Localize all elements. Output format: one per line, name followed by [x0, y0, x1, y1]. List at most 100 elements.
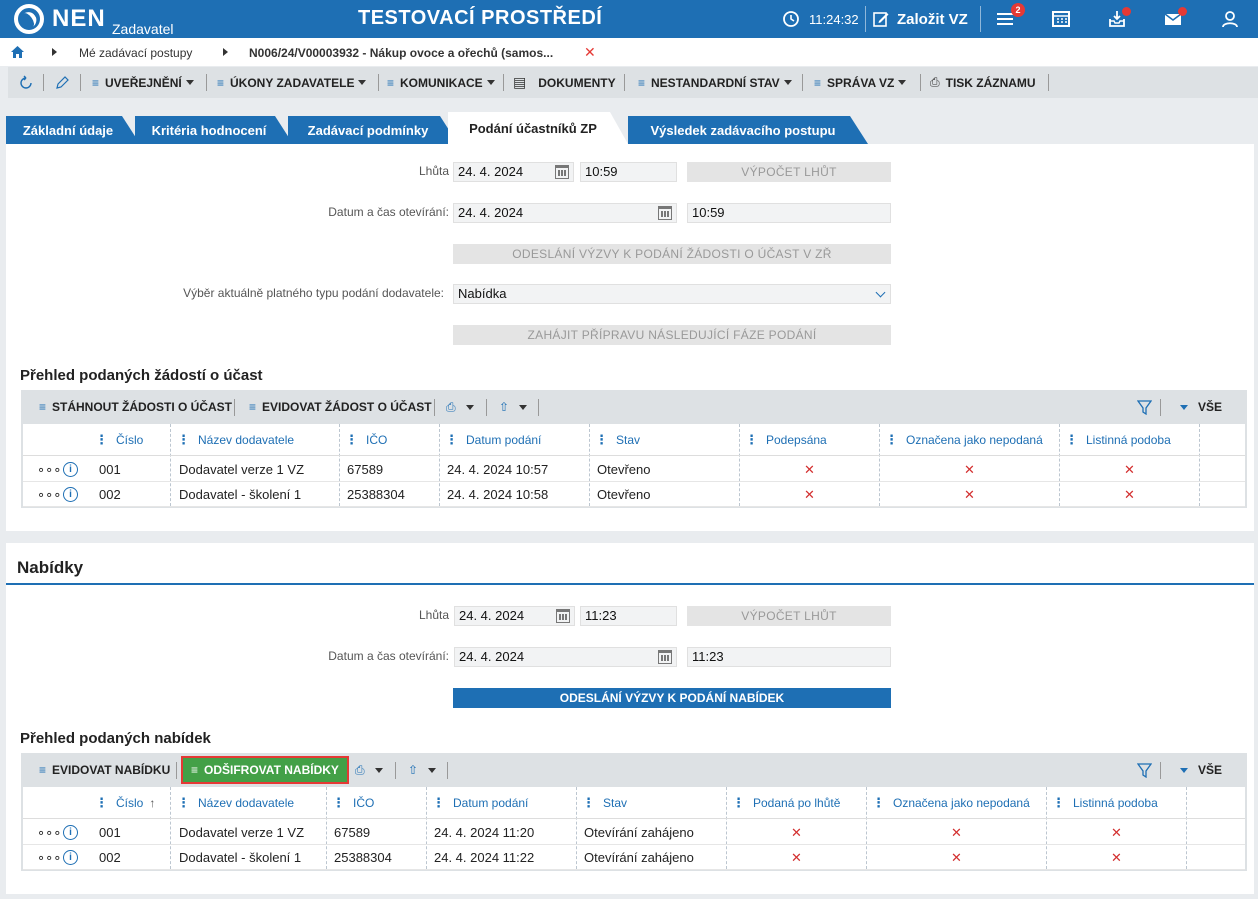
column-header-listinna[interactable]: ⋮ Listinná podoba: [1065, 424, 1171, 456]
create-vz-button[interactable]: Založit VZ: [872, 0, 968, 38]
lhuta-date-field[interactable]: 24. 4. 2024: [454, 606, 575, 626]
edit-button[interactable]: [55, 67, 69, 98]
cell-datum: 24. 4. 2024 10:58: [447, 487, 549, 502]
uverejneni-menu[interactable]: ≡ UVEŘEJNĚNÍ: [92, 67, 194, 98]
lhuta-date-value: 24. 4. 2024: [459, 608, 525, 623]
more-actions-icon[interactable]: ∘∘∘: [37, 820, 61, 845]
sort-up-icon[interactable]: ↑: [149, 796, 155, 810]
nabidky-panel: Nabídky Lhůta 24. 4. 2024 11:23 VÝPOČET …: [6, 543, 1254, 894]
tab-kriteria-hodnoceni[interactable]: Kritéria hodnocení: [135, 116, 293, 144]
column-header-nazev[interactable]: ⋮ Název dodavatele: [177, 424, 295, 456]
lhuta-time-field[interactable]: 10:59: [580, 162, 677, 182]
column-header-po-lhute[interactable]: ⋮ Podaná po lhůtě: [732, 787, 841, 819]
table-row[interactable]: ∘∘∘ i 002 Dodavatel - školení 1 25388304…: [23, 845, 1245, 870]
tab-zadavaci-podminky[interactable]: Zadávací podmínky: [288, 116, 458, 144]
chevron-down-icon: [783, 80, 792, 85]
column-header-nepodana[interactable]: ⋮ Označena jako nepodaná: [872, 787, 1030, 819]
table-row[interactable]: ∘∘∘ i 001 Dodavatel verze 1 VZ 67589 24.…: [23, 457, 1245, 482]
zahajit-pripravu-button[interactable]: ZAHÁJIT PŘÍPRAVU NÁSLEDUJÍCÍ FÁZE PODÁNÍ: [453, 325, 891, 345]
session-clock: 11:24:32: [782, 0, 859, 38]
list-action-icon: ≡: [191, 763, 199, 777]
column-header-ico[interactable]: ⋮ IČO: [332, 787, 375, 819]
tab-vysledek[interactable]: Výsledek zadávacího postupu: [628, 116, 868, 144]
filter-icon[interactable]: [1137, 400, 1152, 415]
cell-cislo: 002: [99, 487, 121, 502]
lhuta-date-field[interactable]: 24. 4. 2024: [453, 162, 574, 182]
nabidky-grid-toolbar: ≡ EVIDOVAT NABÍDKU ≡ ODŠIFROVAT NABÍDKY ⎙ …: [21, 753, 1247, 787]
table-row[interactable]: ∘∘∘ i 001 Dodavatel verze 1 VZ 67589 24.…: [23, 820, 1245, 845]
export-grid-menu[interactable]: ⇧: [408, 753, 437, 787]
calendar-icon[interactable]: [658, 206, 672, 220]
odeslani-vyzvy-zadost-button[interactable]: ODESLÁNÍ VÝZVY K PODÁNÍ ŽÁDOSTI O ÚČAST …: [453, 244, 891, 264]
home-icon[interactable]: [11, 46, 24, 58]
column-header-nazev[interactable]: ⋮ Název dodavatele: [177, 787, 295, 819]
nen-logo[interactable]: NEN: [14, 3, 106, 35]
otevirani-time-field[interactable]: 11:23: [687, 647, 891, 667]
cell-stav: Otevřeno: [597, 462, 651, 477]
vypocet-lhut-button[interactable]: VÝPOČET LHŮT: [687, 606, 891, 626]
column-header-stav[interactable]: ⋮ Stav: [582, 787, 628, 819]
column-header-podepsana[interactable]: ⋮ Podepsána: [745, 424, 827, 456]
otevirani-time-field[interactable]: 10:59: [687, 203, 891, 223]
column-header-listinna[interactable]: ⋮ Listinná podoba: [1052, 787, 1158, 819]
table-row[interactable]: ∘∘∘ i 002 Dodavatel - školení 1 25388304…: [23, 482, 1245, 507]
evidovat-zadost-button[interactable]: ≡ EVIDOVAT ŽÁDOST O ÚČAST: [249, 390, 432, 424]
column-header-nepodana[interactable]: ⋮ Označena jako nepodaná: [885, 424, 1043, 456]
chevron-down-icon: [374, 767, 383, 773]
more-actions-icon[interactable]: ∘∘∘: [37, 482, 61, 507]
otevirani-label: Datum a čas otevírání:: [328, 649, 449, 663]
close-breadcrumb-icon[interactable]: ✕: [584, 44, 596, 61]
user-icon[interactable]: [1220, 9, 1240, 29]
print-grid-menu[interactable]: ⎙: [355, 753, 383, 787]
info-icon[interactable]: i: [63, 850, 78, 865]
cell-datum: 24. 4. 2024 11:22: [434, 850, 535, 865]
dokumenty-button[interactable]: ▤ DOKUMENTY: [513, 67, 616, 98]
ukony-menu[interactable]: ≡ ÚKONY ZADAVATELE: [217, 67, 367, 98]
export-icon: ⇧: [408, 763, 419, 777]
refresh-button[interactable]: [18, 67, 34, 98]
calendar-icon[interactable]: [658, 650, 672, 664]
nestandardni-menu[interactable]: ≡ NESTANDARDNÍ STAV: [638, 67, 792, 98]
komunikace-menu[interactable]: ≡ KOMUNIKACE: [387, 67, 495, 98]
export-grid-menu[interactable]: ⇧: [499, 390, 528, 424]
calendar-icon[interactable]: [555, 165, 569, 179]
evidovat-nabidku-button[interactable]: ≡ EVIDOVAT NABÍDKU: [39, 753, 170, 787]
info-icon[interactable]: i: [63, 825, 78, 840]
lhuta-time-field[interactable]: 11:23: [580, 606, 677, 626]
dokumenty-label: DOKUMENTY: [538, 75, 616, 90]
breadcrumb-separator-icon: [52, 48, 57, 56]
column-header-cislo[interactable]: ⋮ Číslo: [95, 424, 144, 456]
odeslani-vyzvy-nabidek-button[interactable]: ODESLÁNÍ VÝZVY K PODÁNÍ NABÍDEK: [453, 688, 891, 708]
breadcrumb-item-current[interactable]: N006/24/V00003932 - Nákup ovoce a ořechů…: [249, 46, 553, 60]
more-actions-icon[interactable]: ∘∘∘: [37, 457, 61, 482]
tab-zakladni-udaje[interactable]: Základní údaje: [6, 116, 140, 144]
tab-podani-ucastniku[interactable]: Podání účastníků ZP: [448, 112, 628, 144]
column-header-stav[interactable]: ⋮ Stav: [595, 424, 641, 456]
info-icon[interactable]: i: [63, 487, 78, 502]
column-header-datum[interactable]: ⋮ Datum podání: [445, 424, 542, 456]
column-header-datum[interactable]: ⋮ Datum podání: [432, 787, 529, 819]
info-icon[interactable]: i: [63, 462, 78, 477]
otevirani-date-field[interactable]: 24. 4. 2024: [454, 647, 677, 667]
list-action-icon: ≡: [638, 75, 646, 90]
column-header-ico[interactable]: ⋮ IČO: [345, 424, 388, 456]
calendar-icon[interactable]: [556, 609, 570, 623]
column-label: Stav: [603, 795, 628, 810]
otevirani-date-field[interactable]: 24. 4. 2024: [453, 203, 677, 223]
column-header-cislo[interactable]: ⋮ Číslo ↑: [95, 787, 156, 819]
filter-icon[interactable]: [1137, 763, 1152, 778]
typ-podani-select[interactable]: Nabídka: [453, 284, 891, 304]
more-actions-icon[interactable]: ∘∘∘: [37, 845, 61, 870]
odsifrovat-nabidky-button[interactable]: ≡ ODŠIFROVAT NABÍDKY: [181, 756, 349, 784]
print-grid-menu[interactable]: ⎙: [446, 390, 474, 424]
breadcrumb-item-postupy[interactable]: Mé zadávací postupy: [79, 46, 192, 60]
sprava-menu[interactable]: ≡ SPRÁVA VZ: [814, 67, 907, 98]
zobrazit-vse-menu[interactable]: VŠE: [1176, 753, 1222, 787]
calendar-icon[interactable]: [1051, 9, 1071, 29]
vypocet-lhut-button[interactable]: VÝPOČET LHŮT: [687, 162, 891, 182]
stahnout-zadosti-button[interactable]: ≡ STÁHNOUT ŽÁDOSTI O ÚČAST: [39, 390, 232, 424]
tisk-label: TISK ZÁZNAMU: [945, 75, 1036, 90]
zobrazit-vse-menu[interactable]: VŠE: [1176, 390, 1222, 424]
cell-cislo: 001: [99, 462, 121, 477]
tisk-button[interactable]: ⎙ TISK ZÁZNAMU: [930, 67, 1036, 98]
